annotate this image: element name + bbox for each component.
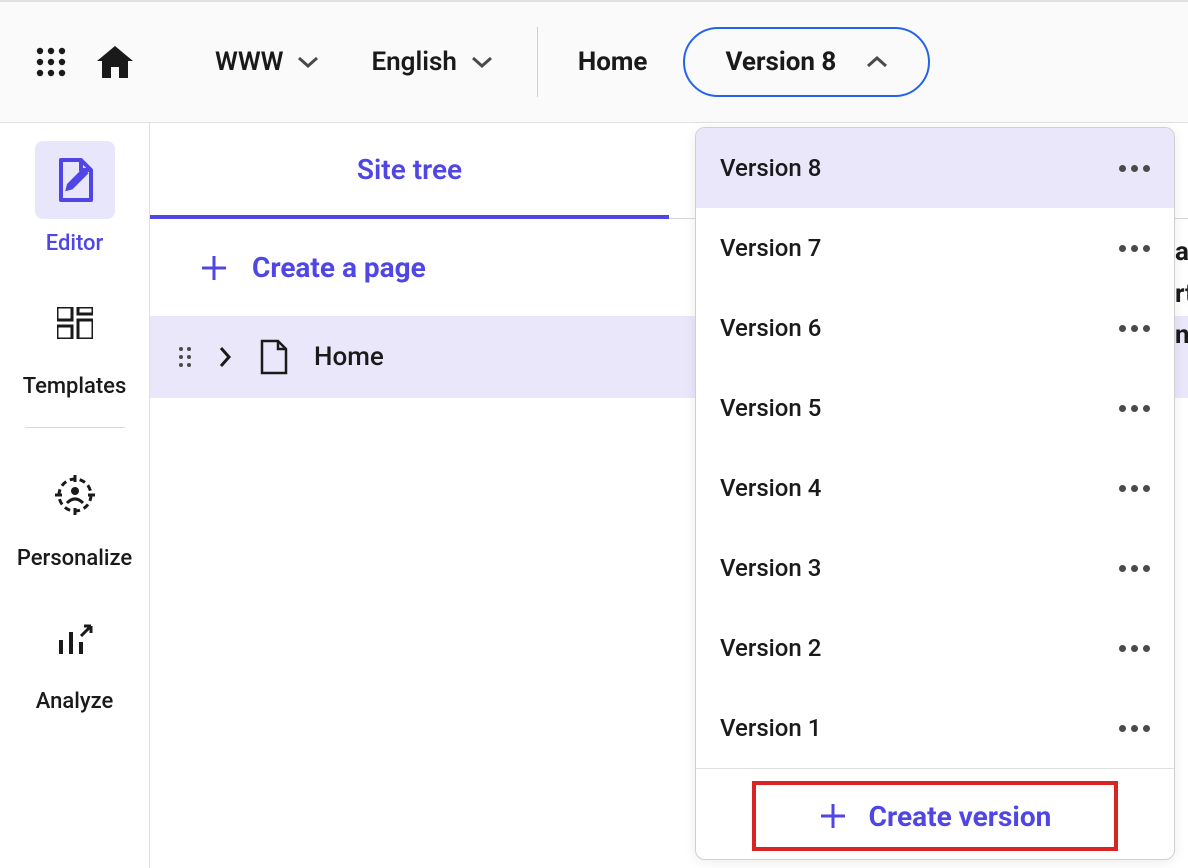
site-selector[interactable]: WWW (211, 39, 323, 85)
version-item[interactable]: Version 2 (696, 608, 1174, 688)
personalize-icon (35, 456, 115, 534)
apps-grid-icon[interactable] (35, 46, 67, 78)
tree-item-label: Home (314, 342, 384, 372)
more-options-icon[interactable] (1119, 565, 1150, 572)
edit-page-icon (35, 141, 115, 219)
sidebar-item-templates[interactable]: Templates (0, 284, 149, 399)
version-item[interactable]: Version 4 (696, 448, 1174, 528)
tab-site-tree[interactable]: Site tree (150, 123, 669, 219)
drag-handle-icon[interactable] (178, 346, 192, 368)
chevron-down-icon (297, 55, 319, 69)
site-selector-label: WWW (215, 47, 283, 77)
version-item-label: Version 1 (720, 714, 821, 742)
more-options-icon[interactable] (1119, 405, 1150, 412)
plus-icon (819, 802, 847, 830)
tab-label: Site tree (357, 153, 462, 186)
home-icon[interactable] (95, 44, 135, 80)
version-item-label: Version 7 (720, 234, 821, 262)
version-item-label: Version 2 (720, 634, 821, 662)
plus-icon (200, 254, 228, 282)
chevron-down-icon (471, 55, 493, 69)
sidebar-item-editor[interactable]: Editor (0, 141, 149, 256)
version-selector-label: Version 8 (725, 47, 836, 77)
version-item[interactable]: Version 1 (696, 688, 1174, 768)
version-item[interactable]: Version 8 (696, 128, 1174, 208)
sidebar-item-personalize[interactable]: Personalize (0, 456, 149, 571)
more-options-icon[interactable] (1119, 245, 1150, 252)
sidebar-item-label: Personalize (17, 546, 132, 571)
version-item[interactable]: Version 6 (696, 288, 1174, 368)
create-page-label: Create a page (252, 251, 426, 284)
chevron-up-icon (866, 55, 888, 69)
content-peek-text: a rt n (1175, 232, 1188, 357)
sidebar-item-label: Editor (46, 231, 104, 256)
version-item[interactable]: Version 7 (696, 208, 1174, 288)
version-dropdown: Version 8 Version 7 Version 6 Version 5 … (695, 127, 1175, 860)
sidebar-item-analyze[interactable]: Analyze (0, 599, 149, 714)
language-selector-label: English (371, 47, 456, 77)
create-version-label: Create version (869, 800, 1052, 833)
chevron-right-icon[interactable] (218, 345, 232, 369)
version-selector[interactable]: Version 8 (683, 27, 930, 97)
version-item[interactable]: Version 3 (696, 528, 1174, 608)
version-item[interactable]: Version 5 (696, 368, 1174, 448)
more-options-icon[interactable] (1119, 485, 1150, 492)
version-item-label: Version 6 (720, 314, 821, 342)
create-version-button[interactable]: Create version (752, 781, 1118, 851)
version-item-label: Version 5 (720, 394, 821, 422)
sidebar-item-label: Analyze (36, 689, 114, 714)
templates-icon (35, 284, 115, 362)
language-selector[interactable]: English (367, 39, 496, 85)
topbar-divider (537, 27, 538, 97)
version-item-label: Version 8 (720, 154, 821, 182)
breadcrumb-page[interactable]: Home (578, 47, 648, 77)
more-options-icon[interactable] (1119, 325, 1150, 332)
analyze-icon (35, 599, 115, 677)
sidebar: Editor Templates (0, 123, 150, 868)
topbar: WWW English Home Version 8 (0, 0, 1188, 123)
more-options-icon[interactable] (1119, 165, 1150, 172)
more-options-icon[interactable] (1119, 645, 1150, 652)
page-icon (258, 339, 288, 375)
sidebar-separator (25, 427, 125, 428)
version-item-label: Version 4 (720, 474, 821, 502)
more-options-icon[interactable] (1119, 725, 1150, 732)
sidebar-item-label: Templates (23, 374, 127, 399)
version-item-label: Version 3 (720, 554, 821, 582)
